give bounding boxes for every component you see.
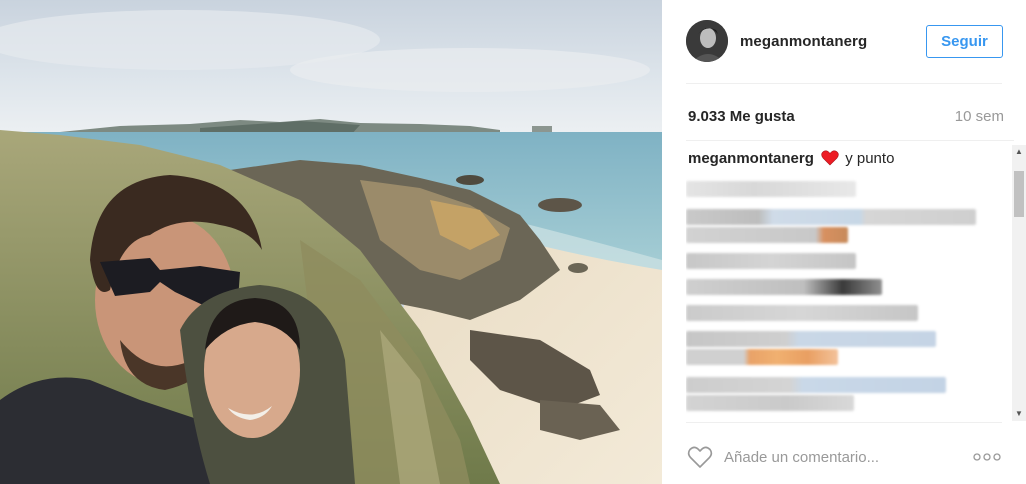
obscured-comment bbox=[686, 305, 918, 321]
likes-row: 9.033 Me gusta 10 sem bbox=[686, 107, 1004, 127]
comments-list: meganmontanerg y punto bbox=[686, 140, 1014, 422]
post-footer bbox=[686, 422, 1002, 484]
avatar[interactable] bbox=[686, 20, 728, 62]
caption-text: y punto bbox=[845, 150, 895, 167]
username-link[interactable]: meganmontanerg bbox=[740, 33, 867, 50]
obscured-comment bbox=[686, 349, 838, 365]
obscured-comment bbox=[686, 227, 848, 243]
obscured-comment bbox=[686, 331, 936, 347]
caption-username-link[interactable]: meganmontanerg bbox=[688, 150, 814, 167]
obscured-comment bbox=[686, 209, 976, 225]
obscured-comment bbox=[686, 395, 854, 411]
post-timestamp[interactable]: 10 sem bbox=[955, 108, 1004, 125]
follow-button[interactable]: Seguir bbox=[926, 25, 1003, 58]
obscured-comment bbox=[686, 253, 856, 269]
scroll-up-arrow-icon[interactable]: ▲ bbox=[1012, 145, 1026, 159]
post-header: meganmontanerg Seguir bbox=[686, 16, 1003, 84]
scrollbar-thumb[interactable] bbox=[1014, 171, 1024, 217]
like-heart-icon[interactable] bbox=[687, 445, 713, 469]
beach-selfie-image bbox=[0, 0, 662, 484]
more-options-icon[interactable] bbox=[972, 450, 1002, 462]
obscured-comment bbox=[686, 181, 856, 197]
obscured-comment bbox=[686, 377, 946, 393]
like-count[interactable]: 9.033 Me gusta bbox=[688, 108, 795, 125]
post-caption: meganmontanerg y punto bbox=[688, 150, 894, 170]
post-side-panel: meganmontanerg Seguir 9.033 Me gusta 10 … bbox=[662, 0, 1026, 484]
obscured-comment bbox=[686, 279, 882, 295]
comments-scrollbar[interactable]: ▲ ▼ bbox=[1012, 145, 1026, 421]
scroll-down-arrow-icon[interactable]: ▼ bbox=[1012, 407, 1026, 421]
red-heart-icon bbox=[821, 150, 839, 170]
add-comment-input[interactable] bbox=[724, 447, 964, 467]
profile-photo-icon bbox=[686, 20, 728, 62]
post-photo[interactable] bbox=[0, 0, 662, 484]
